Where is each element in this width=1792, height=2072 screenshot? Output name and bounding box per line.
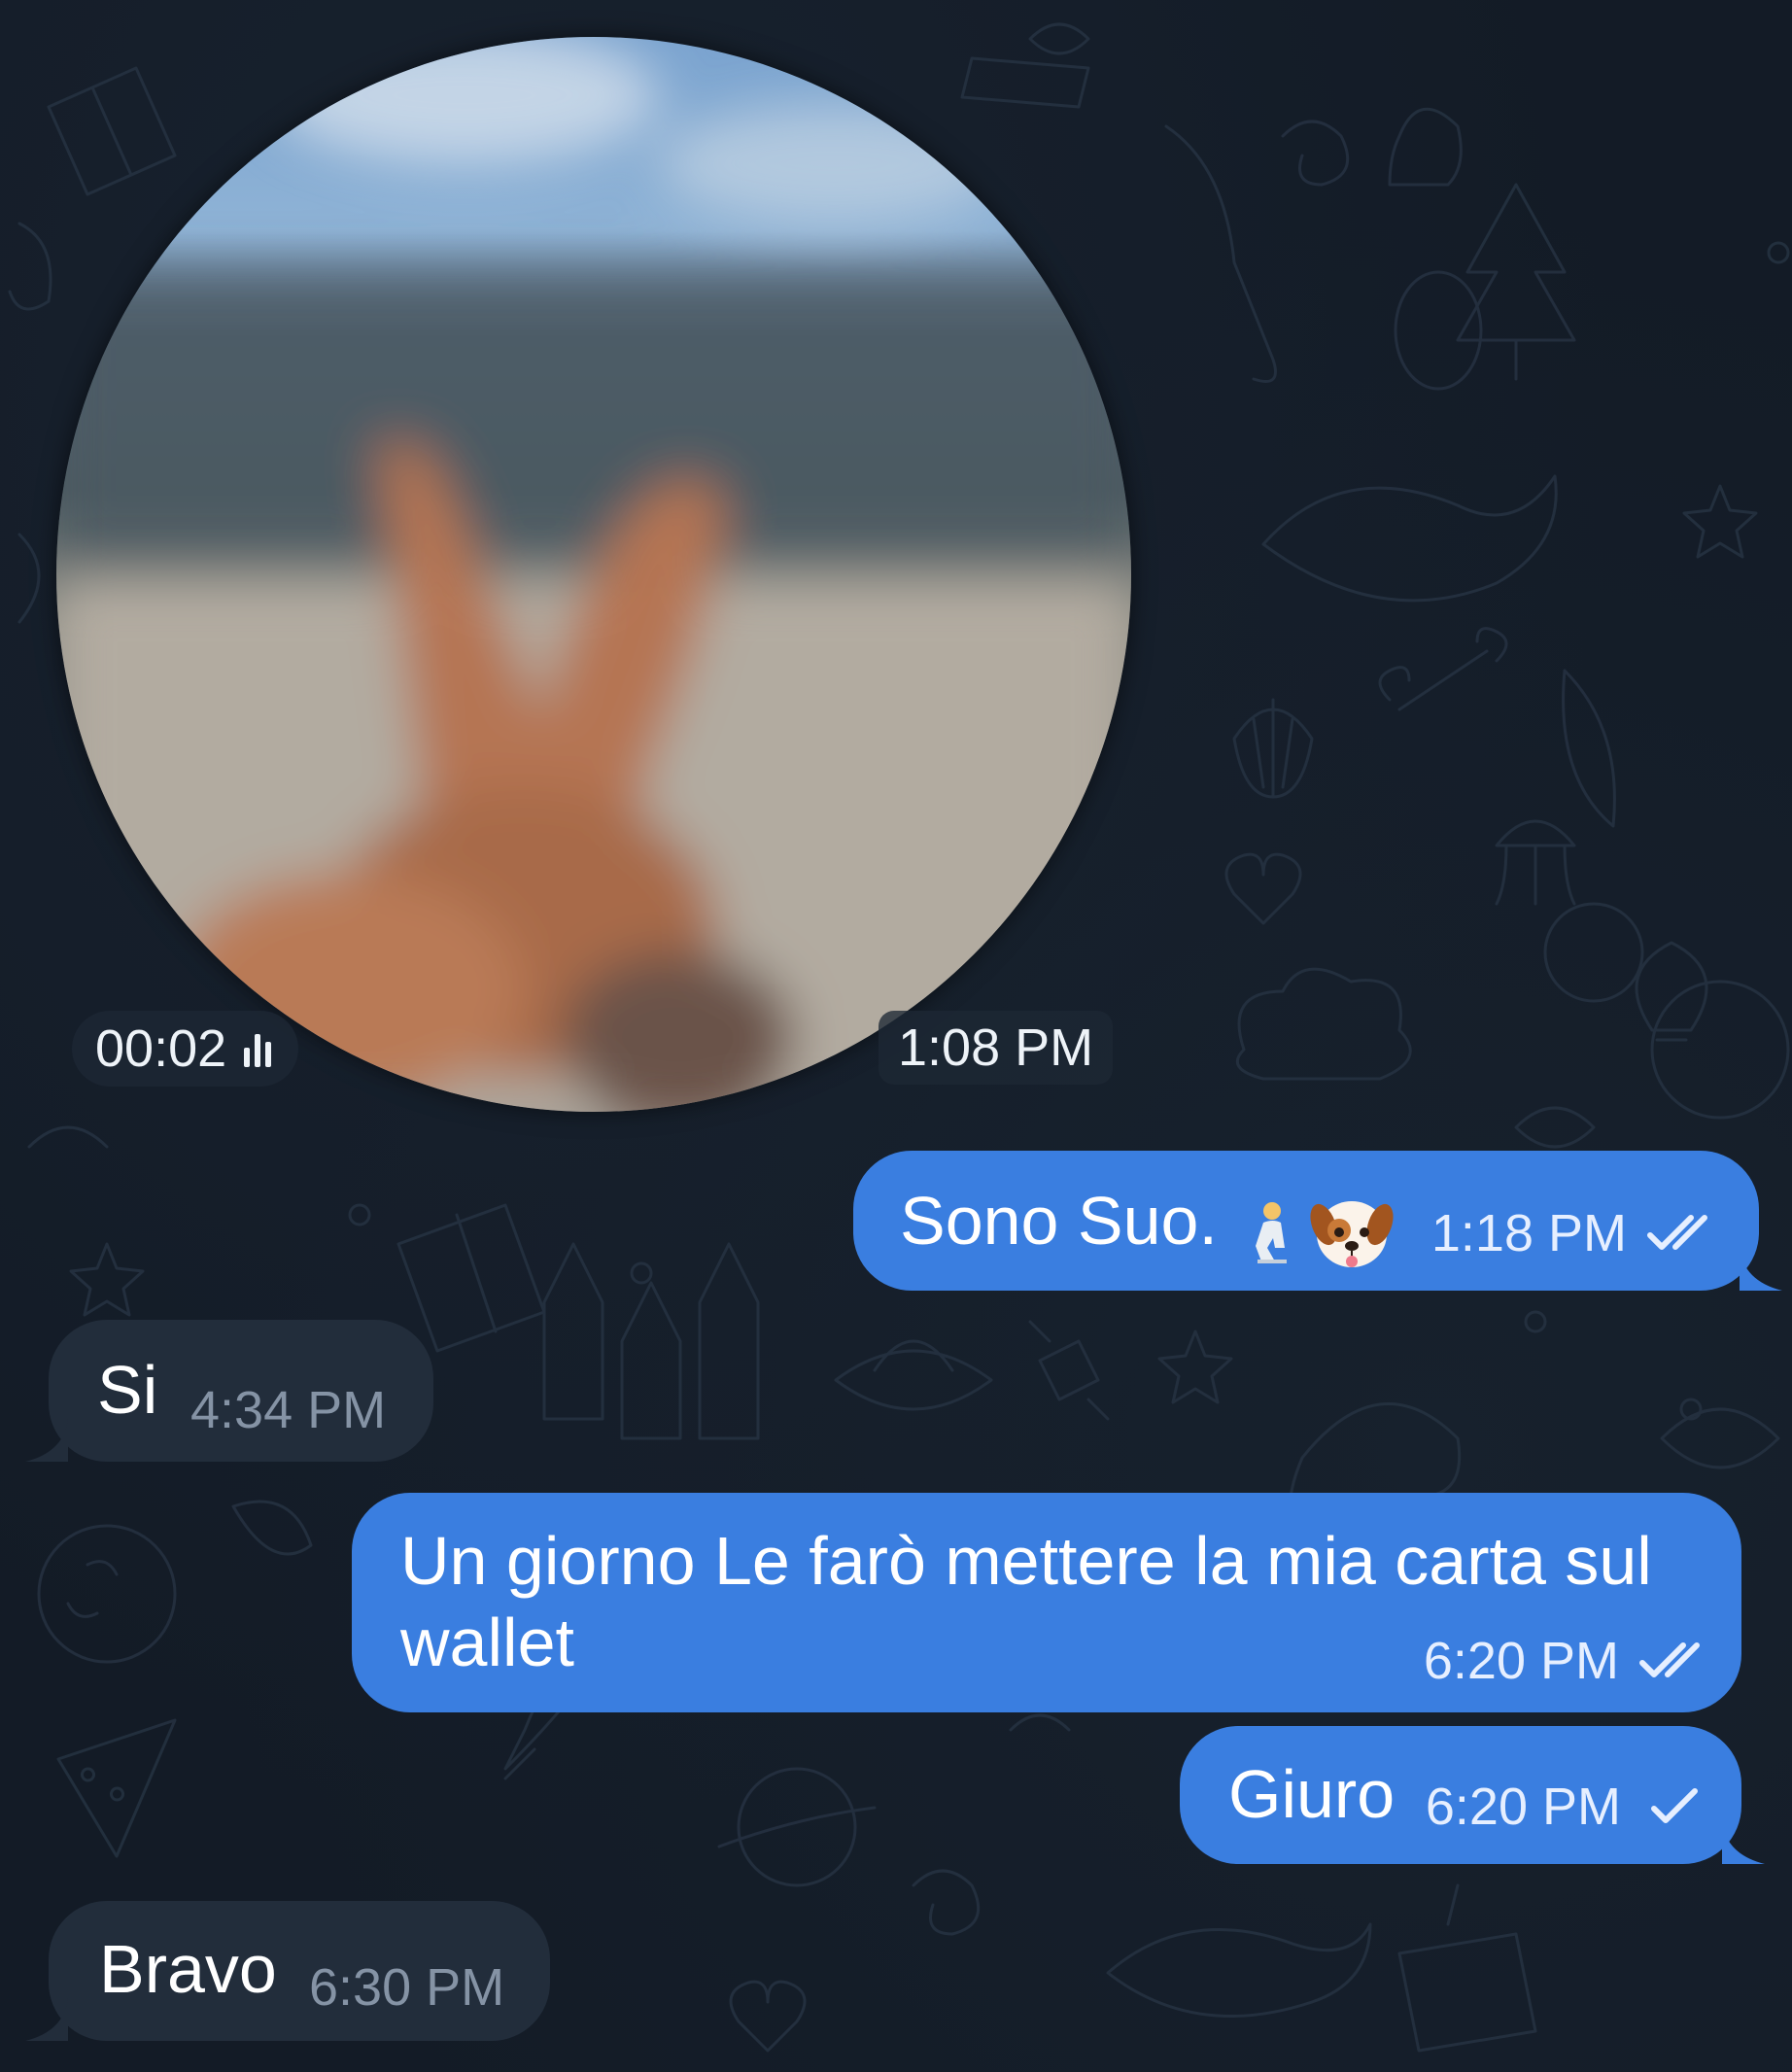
single-check-icon bbox=[1648, 1787, 1703, 1826]
message-text-line-1: Un giorno Le farò mettere la mia carta s… bbox=[400, 1523, 1652, 1599]
incoming-message[interactable]: Bravo 6:30 PM bbox=[25, 1901, 550, 2041]
message-time: 6:20 PM bbox=[1423, 1632, 1619, 1690]
chat-area[interactable]: 00:02 1:08 PM Sono Suo. 1:18 PM Si 4:34 … bbox=[0, 0, 1792, 2072]
person-kneeling-emoji bbox=[1250, 1201, 1294, 1274]
video-note-thumbnail bbox=[56, 37, 1131, 1112]
video-time: 1:08 PM bbox=[898, 1019, 1094, 1077]
message-time: 6:20 PM bbox=[1425, 1778, 1621, 1836]
message-meta: 6:30 PM bbox=[309, 1957, 504, 2018]
double-check-icon bbox=[1638, 1641, 1712, 1680]
video-note[interactable] bbox=[56, 37, 1131, 1112]
message-time: 6:30 PM bbox=[309, 1958, 505, 2017]
outgoing-message[interactable]: Un giorno Le farò mettere la mia carta s… bbox=[352, 1493, 1741, 1712]
incoming-message[interactable]: Si 4:34 PM bbox=[25, 1320, 433, 1462]
dog-face-emoji bbox=[1310, 1190, 1394, 1278]
bubble-tail bbox=[25, 1998, 68, 2041]
message-time: 4:34 PM bbox=[190, 1381, 387, 1439]
message-time: 1:18 PM bbox=[1430, 1204, 1627, 1262]
outgoing-message[interactable]: Giuro 6:20 PM bbox=[1180, 1726, 1765, 1864]
message-meta: 4:34 PM bbox=[190, 1380, 386, 1440]
video-duration: 00:02 bbox=[95, 1019, 227, 1078]
message-meta: 6:20 PM bbox=[1426, 1777, 1703, 1837]
bubble-tail bbox=[1740, 1248, 1782, 1291]
outgoing-message[interactable]: Sono Suo. 1:18 PM bbox=[853, 1151, 1782, 1291]
bubble-tail bbox=[1722, 1821, 1765, 1864]
message-text: Sono Suo. bbox=[900, 1183, 1218, 1259]
video-time-badge: 1:08 PM bbox=[879, 1011, 1114, 1085]
bars-icon bbox=[244, 1030, 272, 1067]
message-text: Giuro bbox=[1228, 1756, 1396, 1832]
video-duration-badge: 00:02 bbox=[72, 1011, 299, 1087]
message-text: Si bbox=[97, 1352, 158, 1428]
bubble-tail bbox=[25, 1419, 68, 1462]
message-meta: 1:18 PM bbox=[1431, 1203, 1720, 1263]
message-meta: 6:20 PM bbox=[1424, 1631, 1712, 1691]
double-check-icon bbox=[1646, 1214, 1720, 1253]
message-text: Bravo bbox=[99, 1931, 277, 2007]
message-text-line-2: wallet bbox=[400, 1605, 574, 1680]
